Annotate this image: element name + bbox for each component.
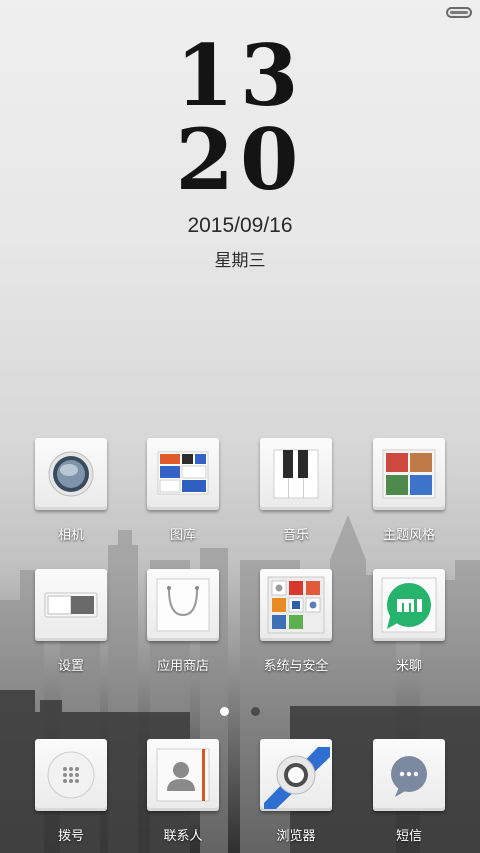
miliao-icon [373,569,445,641]
app-dialer[interactable]: 拨号 [15,739,127,844]
app-label: 相机 [57,528,84,543]
app-label: 米聊 [395,659,422,674]
messages-icon [373,739,445,811]
app-label: 应用商店 [156,659,209,674]
app-label: 音乐 [282,528,309,543]
app-label: 联系人 [163,829,203,844]
page-dot-1[interactable] [220,707,230,716]
theme-icon [373,438,445,510]
app-messages[interactable]: 短信 [353,739,465,844]
contacts-icon [147,739,219,811]
app-label: 短信 [395,829,422,844]
app-label: 设置 [57,659,84,674]
app-store[interactable]: 应用商店 [127,569,239,674]
app-label: 拨号 [57,829,84,844]
app-contacts[interactable]: 联系人 [127,739,239,844]
clock-date: 2015/09/16 [187,214,293,237]
app-browser[interactable]: 浏览器 [240,739,352,844]
app-camera[interactable]: 相机 [15,438,127,543]
system-security-folder-icon [260,569,332,641]
settings-icon [35,569,107,641]
app-miliao[interactable]: 米聊 [353,569,465,674]
clock-minute: 20 [175,110,305,209]
app-label: 主题风格 [382,528,435,543]
clock-weekday: 星期三 [214,251,266,271]
clock-hour: 13 [175,26,305,125]
app-theme[interactable]: 主题风格 [353,438,465,543]
page-indicator[interactable] [0,701,480,720]
app-gallery[interactable]: 图库 [127,438,239,543]
app-label: 图库 [169,528,196,543]
app-music[interactable]: 音乐 [240,438,352,543]
app-label: 浏览器 [276,829,316,844]
browser-icon [260,739,332,811]
app-store-icon [147,569,219,641]
app-settings[interactable]: 设置 [15,569,127,674]
dialer-icon [35,739,107,811]
app-label: 系统与安全 [263,659,329,674]
page-dot-2[interactable] [250,707,260,716]
battery-icon [446,7,472,18]
music-icon [260,438,332,510]
app-folder-system-security[interactable]: 系统与安全 [240,569,352,674]
camera-icon [35,438,107,510]
gallery-icon [147,438,219,510]
clock-widget[interactable]: 13 20 2015/09/16 星期三 [0,26,480,272]
